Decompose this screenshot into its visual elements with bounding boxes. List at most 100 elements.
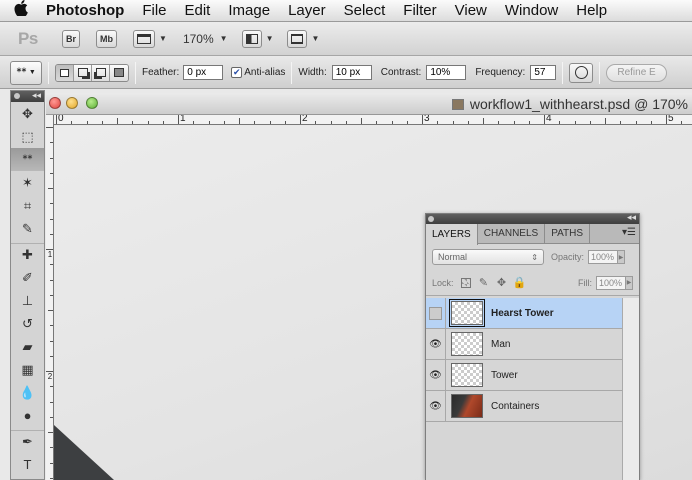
history-brush-tool[interactable]: ↺ (11, 312, 44, 335)
collapse-icon[interactable]: ◂◂ (32, 90, 41, 101)
menu-layer[interactable]: Layer (279, 2, 335, 19)
width-input[interactable] (331, 65, 372, 80)
dodge-tool[interactable]: ● (11, 404, 44, 427)
horizontal-ruler[interactable]: 0 1 2 3 4 5 (54, 115, 692, 125)
blur-icon: 💧 (19, 384, 36, 400)
layer-row[interactable]: 👁 Man (426, 329, 624, 360)
menu-view[interactable]: View (446, 2, 496, 19)
chevron-down-icon[interactable]: ▼ (159, 34, 167, 43)
layer-thumbnail[interactable] (451, 363, 483, 387)
apple-icon[interactable] (0, 0, 42, 21)
layer-name[interactable]: Containers (491, 401, 539, 412)
chevron-down-icon[interactable]: ▼ (311, 34, 319, 43)
photoshop-logo: Ps (18, 28, 38, 48)
lock-all-icon[interactable]: 🔒 (513, 277, 527, 289)
layer-thumbnail[interactable] (451, 332, 483, 356)
minimize-window-button[interactable] (66, 97, 78, 109)
fill-slider-button[interactable]: ▶ (626, 275, 633, 290)
feather-input[interactable] (183, 65, 224, 80)
opacity-slider-button[interactable]: ▶ (618, 250, 626, 264)
anti-alias-checkbox[interactable]: ✔ (231, 67, 243, 78)
tab-paths[interactable]: PATHS (545, 224, 591, 243)
intersect-selection-button[interactable] (110, 64, 128, 81)
add-to-selection-button[interactable] (74, 64, 92, 81)
marquee-tool[interactable]: ⬚ (11, 125, 44, 148)
layer-thumbnail[interactable] (451, 394, 483, 418)
zoom-window-button[interactable] (86, 97, 98, 109)
close-icon[interactable] (428, 216, 434, 222)
document-titlebar[interactable]: workflow1_withhearst.psd @ 170% (46, 93, 692, 115)
panel-menu-icon[interactable]: ▾☰ (622, 227, 636, 238)
tools-panel-header[interactable]: ◂◂ (11, 90, 44, 102)
layers-scrollbar[interactable] (622, 298, 639, 480)
menu-help[interactable]: Help (567, 2, 616, 19)
tablet-pressure-button[interactable] (569, 62, 594, 83)
gradient-tool[interactable]: ▦ (11, 358, 44, 381)
layer-row[interactable]: Hearst Tower (426, 298, 624, 329)
menu-photoshop[interactable]: Photoshop (42, 2, 133, 19)
brush-tool[interactable]: ✐ (11, 266, 44, 289)
menu-file[interactable]: File (133, 2, 175, 19)
zoom-level-select[interactable]: 170% (183, 32, 214, 46)
blend-mode-select[interactable]: Normal ⇕ (432, 249, 544, 265)
layer-row[interactable]: 👁 Containers (426, 391, 624, 422)
lock-transparent-pixels-icon[interactable] (460, 277, 472, 289)
type-tool[interactable]: T (11, 453, 44, 476)
layer-name[interactable]: Tower (491, 370, 518, 381)
menu-window[interactable]: Window (496, 2, 567, 19)
clone-stamp-tool[interactable]: ⊥ (11, 289, 44, 312)
subtract-selection-button[interactable] (92, 64, 110, 81)
chevron-down-icon[interactable]: ▼ (220, 34, 228, 43)
contrast-input[interactable] (426, 65, 467, 80)
collapse-icon[interactable]: ◂◂ (627, 212, 636, 223)
divider (562, 61, 564, 84)
eye-icon: 👁 (429, 338, 442, 350)
tool-preset-picker[interactable]: ᕯ ▼ (10, 60, 42, 85)
layers-panel-header[interactable]: ◂◂ (426, 212, 639, 224)
opacity-input[interactable]: 100% (588, 250, 619, 264)
divider (135, 61, 136, 84)
launch-mini-bridge-button[interactable]: Mb (96, 29, 118, 48)
view-extras-button[interactable] (133, 29, 156, 48)
menu-edit[interactable]: Edit (176, 2, 220, 19)
pen-tool[interactable]: ✒ (11, 430, 44, 453)
tab-channels[interactable]: CHANNELS (478, 224, 546, 243)
blur-tool[interactable]: 💧 (11, 381, 44, 404)
lock-image-pixels-icon[interactable]: ✎ (478, 277, 490, 289)
refine-edge-button[interactable]: Refine E (606, 63, 667, 82)
eraser-tool[interactable]: ▰ (11, 335, 44, 358)
screen-mode-button[interactable] (287, 29, 308, 48)
layer-visibility-toggle[interactable]: 👁 (426, 360, 446, 390)
menu-image[interactable]: Image (219, 2, 279, 19)
crop-tool[interactable]: ⌗ (11, 194, 44, 217)
move-tool[interactable]: ✥ (11, 102, 44, 125)
layer-visibility-toggle[interactable]: 👁 (426, 329, 446, 359)
menu-filter[interactable]: Filter (394, 2, 445, 19)
ruler-label: 5 (668, 115, 674, 124)
arrange-documents-button[interactable] (241, 29, 262, 48)
history-brush-icon: ↺ (22, 315, 33, 331)
layer-thumbnail[interactable] (449, 299, 485, 327)
magic-wand-tool[interactable]: ✶ (11, 171, 44, 194)
menu-select[interactable]: Select (335, 2, 395, 19)
layer-visibility-toggle[interactable] (426, 298, 446, 328)
fill-input[interactable]: 100% (596, 275, 626, 290)
eyedropper-tool[interactable]: ✎ (11, 217, 44, 240)
close-icon[interactable] (14, 93, 20, 99)
healing-brush-tool[interactable]: ✚ (11, 243, 44, 266)
lock-position-icon[interactable]: ✥ (496, 277, 508, 289)
chevron-down-icon[interactable]: ▼ (266, 34, 274, 43)
frequency-input[interactable] (530, 65, 557, 80)
layer-row[interactable]: 👁 Tower (426, 360, 624, 391)
new-selection-button[interactable] (56, 64, 74, 81)
vertical-ruler[interactable]: 123 (46, 115, 54, 480)
ruler-tick (254, 121, 256, 124)
ruler-tick (101, 121, 103, 124)
tab-layers[interactable]: LAYERS (426, 224, 478, 245)
layer-name[interactable]: Hearst Tower (491, 308, 554, 319)
close-window-button[interactable] (49, 97, 61, 109)
launch-bridge-button[interactable]: Br (62, 29, 81, 48)
magnetic-lasso-tool[interactable]: ᕯ (11, 148, 44, 171)
layer-visibility-toggle[interactable]: 👁 (426, 391, 446, 421)
layer-name[interactable]: Man (491, 339, 510, 350)
